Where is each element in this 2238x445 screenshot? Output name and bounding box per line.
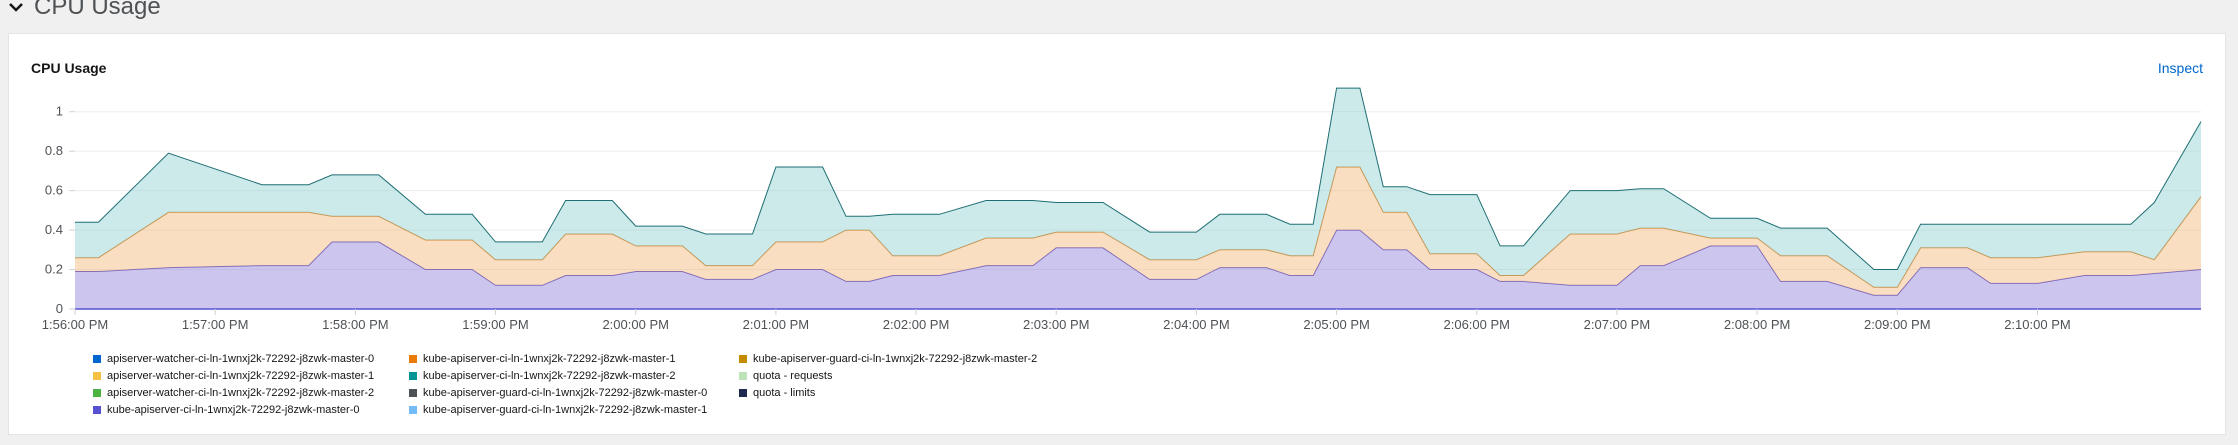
legend-item[interactable]: quota - limits — [739, 386, 1159, 399]
x-tick-label: 1:57:00 PM — [182, 317, 249, 332]
x-tick-label: 1:59:00 PM — [462, 317, 529, 332]
y-tick-label: 0.6 — [45, 183, 63, 198]
x-tick-label: 2:10:00 PM — [2004, 317, 2071, 332]
legend-swatch — [739, 388, 747, 397]
legend-item[interactable]: kube-apiserver-ci-ln-1wnxj2k-72292-j8zwk… — [93, 403, 409, 416]
legend-label: kube-apiserver-ci-ln-1wnxj2k-72292-j8zwk… — [423, 352, 676, 365]
legend-item[interactable]: apiserver-watcher-ci-ln-1wnxj2k-72292-j8… — [93, 369, 409, 382]
cpu-usage-card: CPU Usage Inspect 0 0.2 0.4 0.6 0.8 1 1:56:00 … — [8, 33, 2226, 435]
y-tick-label: 0.2 — [45, 262, 63, 277]
x-tick-label: 2:09:00 PM — [1864, 317, 1931, 332]
legend-swatch — [739, 371, 747, 380]
legend-swatch — [409, 405, 417, 414]
x-tick-label: 2:05:00 PM — [1303, 317, 1370, 332]
legend-swatch — [409, 354, 417, 363]
legend-swatch — [739, 354, 747, 363]
legend-item[interactable]: kube-apiserver-guard-ci-ln-1wnxj2k-72292… — [409, 403, 739, 416]
x-tick-label: 2:00:00 PM — [602, 317, 669, 332]
legend-item[interactable]: apiserver-watcher-ci-ln-1wnxj2k-72292-j8… — [93, 386, 409, 399]
legend-label: kube-apiserver-ci-ln-1wnxj2k-72292-j8zwk… — [423, 369, 676, 382]
y-tick-label: 1 — [56, 104, 63, 119]
legend-swatch — [409, 388, 417, 397]
x-tick-label: 2:04:00 PM — [1163, 317, 1230, 332]
chevron-down-icon[interactable] — [8, 0, 24, 15]
legend-label: kube-apiserver-guard-ci-ln-1wnxj2k-72292… — [423, 386, 708, 399]
cpu-usage-chart: 0 0.2 0.4 0.6 0.8 1 1:56:00 PM 1:57:00 PM 1:58:0… — [42, 87, 2202, 332]
legend-label: apiserver-watcher-ci-ln-1wnxj2k-72292-j8… — [107, 352, 375, 365]
y-tick-label: 0.4 — [45, 222, 63, 237]
legend-label: kube-apiserver-guard-ci-ln-1wnxj2k-72292… — [423, 403, 708, 416]
section-header[interactable]: CPU Usage — [8, 0, 161, 24]
x-tick-label: 1:56:00 PM — [42, 317, 109, 332]
legend-label: kube-apiserver-ci-ln-1wnxj2k-72292-j8zwk… — [107, 403, 360, 416]
x-tick-label: 2:01:00 PM — [743, 317, 810, 332]
section-title: CPU Usage — [34, 0, 161, 20]
x-tick-label: 2:02:00 PM — [883, 317, 950, 332]
chart-legend: apiserver-watcher-ci-ln-1wnxj2k-72292-j8… — [93, 352, 1159, 416]
x-tick-label: 2:06:00 PM — [1444, 317, 1511, 332]
legend-swatch — [93, 371, 101, 380]
legend-label: apiserver-watcher-ci-ln-1wnxj2k-72292-j8… — [107, 369, 375, 382]
x-tick-label: 1:58:00 PM — [322, 317, 389, 332]
legend-label: kube-apiserver-guard-ci-ln-1wnxj2k-72292… — [753, 352, 1038, 365]
x-tick-label: 2:08:00 PM — [1724, 317, 1791, 332]
y-tick-label: 0 — [56, 301, 63, 316]
legend-label: quota - limits — [753, 386, 816, 399]
legend-swatch — [93, 354, 101, 363]
legend-label: quota - requests — [753, 369, 833, 382]
x-tick-label: 2:07:00 PM — [1584, 317, 1651, 332]
legend-label: apiserver-watcher-ci-ln-1wnxj2k-72292-j8… — [107, 386, 375, 399]
legend-swatch — [93, 405, 101, 414]
legend-item[interactable]: apiserver-watcher-ci-ln-1wnxj2k-72292-j8… — [93, 352, 409, 365]
y-tick-label: 0.8 — [45, 143, 63, 158]
x-tick-label: 2:03:00 PM — [1023, 317, 1090, 332]
legend-swatch — [409, 371, 417, 380]
legend-swatch — [93, 388, 101, 397]
legend-item[interactable]: kube-apiserver-guard-ci-ln-1wnxj2k-72292… — [409, 386, 739, 399]
legend-item[interactable]: kube-apiserver-guard-ci-ln-1wnxj2k-72292… — [739, 352, 1159, 365]
legend-item[interactable]: kube-apiserver-ci-ln-1wnxj2k-72292-j8zwk… — [409, 352, 739, 365]
legend-item[interactable]: kube-apiserver-ci-ln-1wnxj2k-72292-j8zwk… — [409, 369, 739, 382]
legend-item[interactable]: quota - requests — [739, 369, 1159, 382]
